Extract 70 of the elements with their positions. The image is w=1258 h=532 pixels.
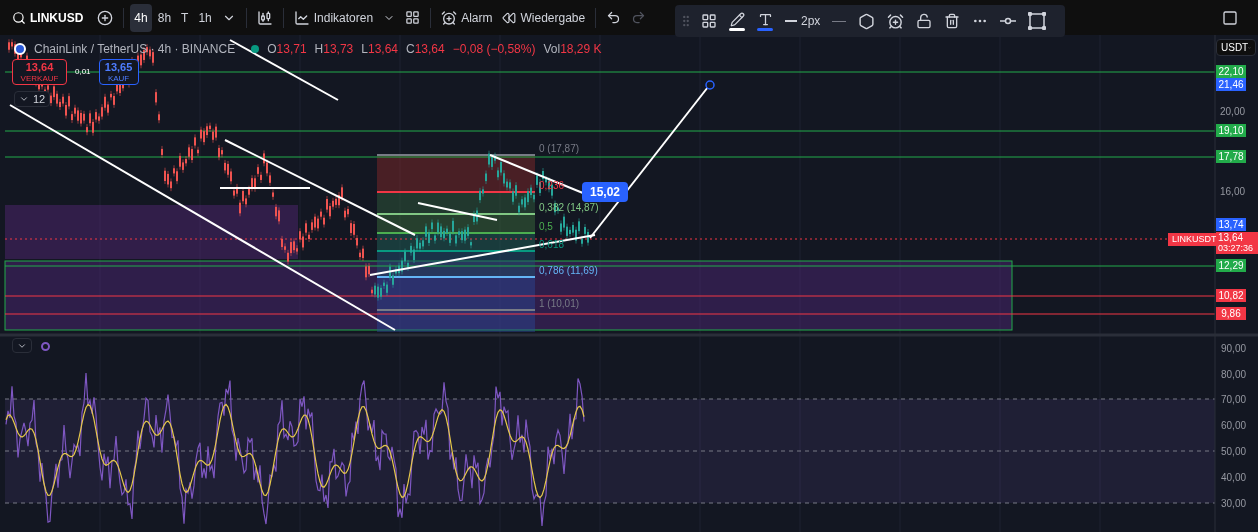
fibonacci-label: 0 (17,87): [539, 142, 580, 156]
fibonacci-label: 0,5: [539, 220, 553, 234]
unlock-icon: [916, 13, 933, 29]
redo-icon: [631, 10, 647, 25]
alarm-icon: [441, 9, 458, 26]
line-icon: [785, 20, 797, 22]
price-marker: 13,74: [1216, 218, 1246, 231]
collapse-indicators-button[interactable]: 12: [14, 91, 51, 107]
buy-button[interactable]: 13,65 KAUF: [98, 59, 139, 85]
add-icon: [97, 9, 114, 26]
chart-icon: [293, 9, 310, 26]
handle-icon[interactable]: [705, 80, 715, 90]
price-marker: 17,78: [1216, 150, 1246, 163]
price-callout: 15,02: [582, 182, 629, 202]
currency-dropdown[interactable]: USDT: [1216, 39, 1256, 56]
alarm-button[interactable]: Alarm: [437, 8, 497, 27]
rsi-tick: 50,00: [1221, 445, 1247, 459]
rsi-tick: 30,00: [1221, 497, 1247, 511]
countdown: 03:27:36: [1218, 243, 1255, 254]
price-marker: 19,10: [1216, 124, 1246, 137]
ohlc-value: C13,64: [406, 41, 445, 58]
interval-tab[interactable]: 8h: [153, 3, 176, 32]
line-width-button[interactable]: 2px: [781, 12, 825, 30]
alarm-icon: [887, 12, 905, 30]
indicators-button[interactable]: Indikatoren: [289, 8, 378, 27]
line-knob-icon: [1000, 16, 1017, 26]
grid-plus-icon: [701, 13, 717, 29]
text-icon: [757, 11, 773, 27]
ohlc-value: O13,71: [267, 41, 307, 58]
chevron-down-icon: [19, 94, 29, 104]
frame-icon: [1028, 12, 1047, 30]
interval-tab[interactable]: 4h: [130, 3, 152, 32]
symbol-logo-icon: [14, 43, 26, 55]
price-marker: 22,10: [1216, 65, 1246, 78]
fibonacci-label: 0,786 (11,69): [539, 264, 598, 278]
spread-value: 0,01: [75, 66, 91, 78]
interval-tab[interactable]: 1h: [194, 3, 216, 32]
fibonacci-label: 1 (10,01): [539, 297, 580, 311]
rsi-tick: 70,00: [1221, 393, 1247, 407]
price-change: −0,08 (−0,58%): [452, 41, 536, 58]
settings-icon: [858, 12, 876, 30]
price-tick: 20,00: [1220, 105, 1246, 119]
current-price: 13,64: [1218, 232, 1245, 243]
chart-title: ChainLink / TetherUS · 4h · BINANCE: [34, 41, 236, 58]
symbol-search[interactable]: LINKUSD: [8, 8, 88, 27]
price-tick: 16,00: [1220, 185, 1246, 199]
rsi-tick: 90,00: [1221, 342, 1247, 356]
rsi-tick: 40,00: [1221, 471, 1247, 485]
rsi-tick: 60,00: [1221, 419, 1247, 433]
sell-button[interactable]: 13,64 VERKAUF: [12, 59, 67, 85]
search-icon: [12, 10, 26, 25]
ohlc-value: L13,64: [361, 41, 398, 58]
price-marker: 10,82: [1216, 289, 1246, 302]
candles-icon: [256, 9, 273, 26]
trash-icon: [944, 13, 961, 29]
replay-button[interactable]: Wiedergabe: [498, 8, 590, 27]
rsi-tick: 80,00: [1221, 368, 1247, 382]
price-marker: 9,86: [1216, 307, 1246, 320]
line-style-icon: [832, 20, 847, 22]
indicator-icon: [41, 342, 50, 351]
pencil-icon: [729, 11, 745, 27]
square-icon: [1222, 9, 1238, 26]
rewind-icon: [502, 10, 517, 25]
price-marker: 12,29: [1216, 259, 1246, 272]
undo-icon: [606, 10, 622, 25]
grid-icon: [405, 10, 421, 25]
volume-value: Vol18,29 K: [543, 41, 602, 58]
interval-tab[interactable]: T: [177, 3, 193, 32]
ohlc-value: H13,73: [314, 41, 354, 58]
price-marker: 21,46: [1216, 78, 1246, 91]
